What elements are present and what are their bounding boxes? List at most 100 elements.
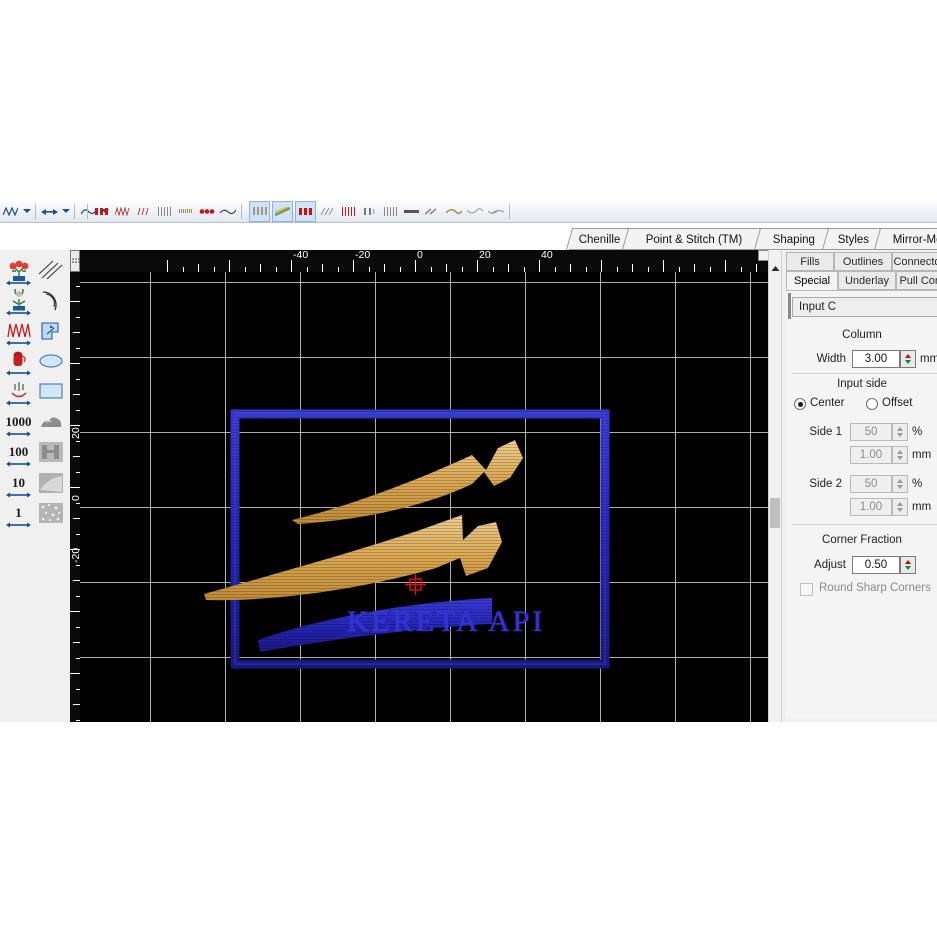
side2-percent-input[interactable]: 50	[850, 475, 892, 493]
satin-stitch-icon[interactable]	[92, 202, 111, 221]
corner-adjust-spinner[interactable]	[900, 556, 916, 574]
line-fill-icon[interactable]	[402, 202, 421, 221]
cross-stitch-icon[interactable]	[318, 202, 337, 221]
spinner-down-icon[interactable]	[905, 360, 911, 364]
thread-spool-icon[interactable]	[4, 346, 33, 375]
polygon-shape-icon[interactable]	[36, 316, 65, 345]
side2-mm-input[interactable]: 1.00	[850, 498, 892, 516]
motif-stitch-icon[interactable]	[176, 202, 195, 221]
zigzag-run-icon[interactable]	[4, 316, 33, 345]
input-side-center-radio[interactable]	[794, 398, 806, 410]
logo-lower-arrow	[204, 515, 502, 600]
spinner-up-icon[interactable]	[905, 354, 911, 358]
ellipse-shape-icon[interactable]	[36, 346, 65, 375]
spinner-down-icon[interactable]	[897, 485, 903, 489]
embroidery-design[interactable]	[80, 272, 768, 722]
gradient-fill-icon[interactable]	[272, 201, 293, 222]
side2-mm-spinner[interactable]	[892, 498, 908, 516]
scroll-up-icon[interactable]	[769, 262, 781, 275]
corner-adjust-input[interactable]: 0.50	[852, 556, 900, 574]
side1-mm-input[interactable]: 1.00	[850, 446, 892, 464]
arrows-blue-icon[interactable]	[40, 202, 59, 221]
tab-label: Connecto	[893, 256, 937, 268]
spinner-up-icon[interactable]	[897, 479, 903, 483]
outline-fill-icon[interactable]	[339, 202, 358, 221]
columns-texture-icon[interactable]	[36, 437, 65, 466]
spinner-down-icon[interactable]	[897, 433, 903, 437]
design-lettering[interactable]: KERETA API	[296, 605, 596, 639]
arrow-fill-icon[interactable]	[423, 202, 442, 221]
zigzag-red-icon[interactable]	[1, 202, 20, 221]
spinner-up-icon[interactable]	[897, 427, 903, 431]
spinner-up-icon[interactable]	[897, 502, 903, 506]
diagonal-lines-icon[interactable]	[36, 256, 65, 285]
fill-pattern-icon[interactable]	[249, 201, 270, 222]
input-side-offset-radio[interactable]	[866, 398, 878, 410]
dropdown-arrow-icon[interactable]	[21, 202, 32, 221]
rectangle-shape-icon[interactable]	[36, 376, 65, 405]
side1-mm-unit: mm	[912, 449, 931, 461]
panel-tab-fills[interactable]: Fills	[786, 252, 834, 271]
panel-tab-outlines[interactable]: Outlines	[834, 252, 892, 271]
side2-label: Side 2	[790, 478, 842, 490]
arc-curve-icon[interactable]	[36, 286, 65, 315]
panel-tab-special[interactable]: Special	[786, 271, 838, 290]
spinner-down-icon[interactable]	[897, 508, 903, 512]
ruler-corner-button[interactable]	[70, 250, 80, 272]
zoom-100-icon[interactable]: 100	[4, 437, 33, 466]
column-width-spinner[interactable]	[900, 350, 916, 368]
zigzag-stitch-icon[interactable]	[113, 202, 132, 221]
side1-percent-spinner[interactable]	[892, 423, 908, 441]
tab-label: Shaping	[770, 234, 818, 246]
scroll-thumb[interactable]	[770, 498, 780, 528]
spinner-up-icon[interactable]	[897, 450, 903, 454]
tab-label: Fills	[800, 256, 820, 268]
side2-percent-spinner[interactable]	[892, 475, 908, 493]
tatami-stitch-icon[interactable]	[134, 202, 153, 221]
needle-stitch-icon[interactable]	[4, 376, 33, 405]
side1-mm-spinner[interactable]	[892, 446, 908, 464]
close-fill-icon[interactable]	[486, 202, 505, 221]
zoom-1-icon[interactable]: 1	[4, 498, 33, 527]
spinner-down-icon[interactable]	[905, 566, 911, 570]
horizontal-ruler[interactable]: -40-2002040	[80, 250, 768, 272]
tab-mirror-merge[interactable]: Mirror-Merge	[874, 228, 937, 250]
single-flower-icon[interactable]	[4, 286, 33, 315]
panel-tab-connectors[interactable]: Connecto	[892, 252, 937, 271]
contour-fill-icon[interactable]	[444, 202, 463, 221]
zoom-1000-icon[interactable]: 1000	[4, 407, 33, 436]
tab-label: Underlay	[845, 275, 889, 287]
open-fill-icon[interactable]	[465, 202, 484, 221]
gradient-texture-icon[interactable]	[36, 468, 65, 497]
vertical-scrollbar[interactable]	[768, 250, 781, 722]
zoom-10-icon[interactable]: 10	[4, 468, 33, 497]
vertical-ruler[interactable]: 200-20	[70, 272, 80, 722]
side1-percent-input[interactable]: 50	[850, 423, 892, 441]
flowers-design-icon[interactable]	[4, 256, 33, 285]
panel-tab-underlay[interactable]: Underlay	[838, 271, 896, 290]
column-width-input[interactable]: 3.00	[852, 350, 900, 368]
input-method-select[interactable]: Input C	[792, 297, 937, 317]
tab-label: Point & Stitch (TM)	[643, 234, 746, 246]
side1-label: Side 1	[790, 426, 842, 438]
dense-fill-icon[interactable]	[295, 201, 316, 222]
corner-fraction-header: Corner Fraction	[786, 534, 937, 546]
curve-stitch-icon[interactable]	[218, 202, 237, 221]
panel-tab-pull-compensation[interactable]: Pull Cor	[896, 271, 937, 290]
column-section-header: Column	[786, 329, 937, 341]
triple-run-icon[interactable]	[197, 202, 216, 221]
cloud-texture-icon[interactable]	[36, 407, 65, 436]
tab-point-and-stitch[interactable]: Point & Stitch (TM)	[622, 228, 766, 250]
input-side-offset-label: Offset	[882, 397, 912, 409]
column-fill-icon[interactable]	[360, 202, 379, 221]
round-sharp-corners-checkbox[interactable]	[800, 583, 813, 596]
spinner-down-icon[interactable]	[897, 456, 903, 460]
dropdown-arrow-icon[interactable]	[60, 202, 71, 221]
running-stitch-icon[interactable]	[155, 202, 174, 221]
zoom-level-label: 1000	[6, 415, 32, 428]
mode-tab-bar: Chenille Point & Stitch (TM) Shaping Sty…	[569, 228, 937, 250]
spinner-up-icon[interactable]	[905, 560, 911, 564]
spaced-fill-icon[interactable]	[381, 202, 400, 221]
scatter-texture-icon[interactable]	[36, 498, 65, 527]
design-stage[interactable]: KERETA API	[80, 272, 768, 722]
